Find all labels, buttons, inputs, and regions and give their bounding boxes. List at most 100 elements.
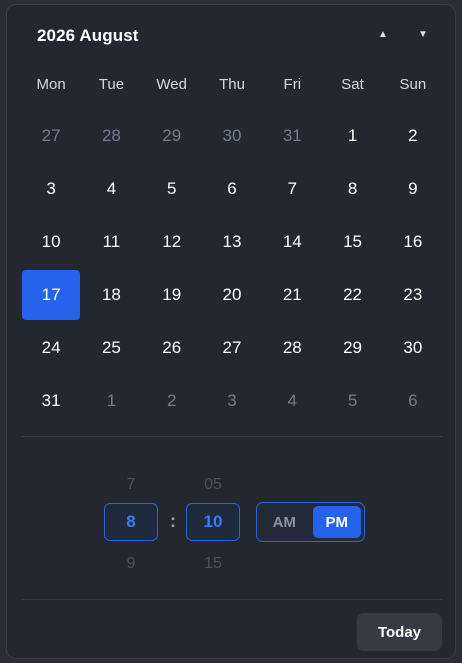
day-number: 26	[162, 337, 182, 357]
weekday-sun: Sun	[399, 76, 427, 93]
day-number: 19	[162, 284, 182, 304]
calendar-day[interactable]: 26	[142, 321, 202, 374]
minute-next-option[interactable]: 15	[186, 555, 240, 573]
calendar-day[interactable]: 2	[142, 374, 202, 427]
month-year-title: 2026 August	[37, 26, 139, 45]
day-number: 6	[227, 178, 237, 198]
day-number: 28	[282, 337, 302, 357]
hour-previous-option[interactable]: 7	[104, 476, 158, 494]
weekday-mon: Mon	[36, 76, 66, 93]
day-number: 17	[22, 269, 81, 320]
calendar-day[interactable]: 4	[262, 374, 322, 427]
calendar-day[interactable]: 3	[21, 162, 81, 215]
day-number: 20	[222, 284, 242, 304]
day-number: 25	[101, 337, 121, 357]
day-number: 16	[403, 231, 423, 251]
time-selector: 7 8 9 : 05 10 15 AM PM	[7, 445, 455, 595]
minute-previous-option[interactable]: 05	[186, 476, 240, 494]
day-number: 23	[403, 284, 423, 304]
hour-next-option[interactable]: 9	[104, 555, 158, 573]
day-number: 5	[166, 178, 177, 198]
calendar-day[interactable]: 13	[202, 215, 262, 268]
calendar-day[interactable]: 28	[262, 321, 322, 374]
calendar-day[interactable]: 19	[142, 268, 202, 321]
calendar-day[interactable]: 31	[21, 374, 81, 427]
calendar-day[interactable]: 28	[81, 109, 141, 162]
calendar-day[interactable]: 18	[81, 268, 141, 321]
hour-spinner[interactable]: 8	[104, 503, 158, 541]
time-separator: :	[170, 511, 176, 531]
calendar-day[interactable]: 24	[21, 321, 81, 374]
weekday-thu: Thu	[219, 76, 245, 93]
calendar-day[interactable]: 1	[322, 109, 382, 162]
calendar-day[interactable]: 30	[202, 109, 262, 162]
minute-spinner[interactable]: 10	[186, 503, 240, 541]
calendar-day[interactable]: 3	[202, 374, 262, 427]
calendar-day[interactable]: 7	[262, 162, 322, 215]
day-number: 15	[343, 231, 363, 251]
calendar-day[interactable]: 6	[383, 374, 443, 427]
day-number: 21	[282, 284, 302, 304]
calendar-day[interactable]: 8	[322, 162, 382, 215]
calendar-day[interactable]: 10	[21, 215, 81, 268]
next-month-icon[interactable]: ▼	[413, 25, 433, 45]
day-number: 2	[166, 390, 177, 410]
day-number: 30	[222, 125, 242, 145]
today-button[interactable]: Today	[357, 613, 442, 651]
calendar-day[interactable]: 20	[202, 268, 262, 321]
day-number: 18	[101, 284, 121, 304]
calendar-day[interactable]: 4	[81, 162, 141, 215]
weekday-sat: Sat	[341, 76, 364, 93]
am-pm-toggle: AM PM	[256, 502, 365, 542]
calendar-day[interactable]: 21	[262, 268, 322, 321]
previous-month-icon[interactable]: ▲	[373, 25, 393, 45]
calendar-day[interactable]: 27	[21, 109, 81, 162]
day-number: 10	[41, 231, 61, 251]
calendar-day[interactable]: 29	[322, 321, 382, 374]
calendar-day-grid: 27 28 29 30 31 1 2 3 4 5 6 7 8 9 10 11 12 13 14 15 16 17 18 19 2…	[21, 109, 443, 427]
weekday-wed: Wed	[156, 76, 187, 93]
calendar-day[interactable]: 9	[383, 162, 443, 215]
calendar-day[interactable]: 5	[142, 162, 202, 215]
pm-button[interactable]: PM	[312, 506, 361, 538]
calendar-day[interactable]: 15	[322, 215, 382, 268]
weekday-fri: Fri	[283, 76, 302, 93]
calendar-day-selected[interactable]: 17	[21, 268, 81, 321]
day-number: 2	[408, 125, 418, 145]
calendar-day[interactable]: 30	[383, 321, 443, 374]
day-number: 27	[41, 125, 61, 145]
calendar-day[interactable]: 22	[322, 268, 382, 321]
divider	[21, 436, 443, 437]
calendar-day[interactable]: 31	[262, 109, 322, 162]
calendar-day[interactable]: 12	[142, 215, 202, 268]
day-number: 13	[222, 231, 242, 251]
day-number: 4	[287, 390, 298, 410]
date-time-picker: 2026 August ▲ ▼ Mon Tue Wed Thu Fri Sat …	[6, 4, 456, 659]
day-number: 9	[408, 178, 418, 198]
day-number: 12	[162, 231, 182, 251]
day-number: 24	[41, 337, 61, 357]
am-button[interactable]: AM	[260, 506, 309, 538]
day-number: 29	[162, 125, 182, 145]
day-number: 31	[41, 390, 61, 410]
calendar-day[interactable]: 1	[81, 374, 141, 427]
calendar-day[interactable]: 11	[81, 215, 141, 268]
calendar-day[interactable]: 27	[202, 321, 262, 374]
calendar-day[interactable]: 23	[383, 268, 443, 321]
weekday-tue: Tue	[98, 76, 125, 93]
calendar-day[interactable]: 29	[142, 109, 202, 162]
day-number: 29	[343, 337, 363, 357]
day-number: 22	[343, 284, 363, 304]
calendar-day[interactable]: 2	[383, 109, 443, 162]
day-number: 1	[106, 390, 117, 410]
day-number: 5	[347, 390, 358, 410]
day-number: 14	[282, 231, 302, 251]
calendar-day[interactable]: 14	[262, 215, 322, 268]
day-number: 31	[282, 125, 302, 145]
calendar-day[interactable]: 16	[383, 215, 443, 268]
calendar-day[interactable]: 25	[81, 321, 141, 374]
calendar-day[interactable]: 6	[202, 162, 262, 215]
day-number: 27	[222, 337, 242, 357]
calendar-day[interactable]: 5	[322, 374, 382, 427]
day-number: 3	[227, 390, 237, 410]
